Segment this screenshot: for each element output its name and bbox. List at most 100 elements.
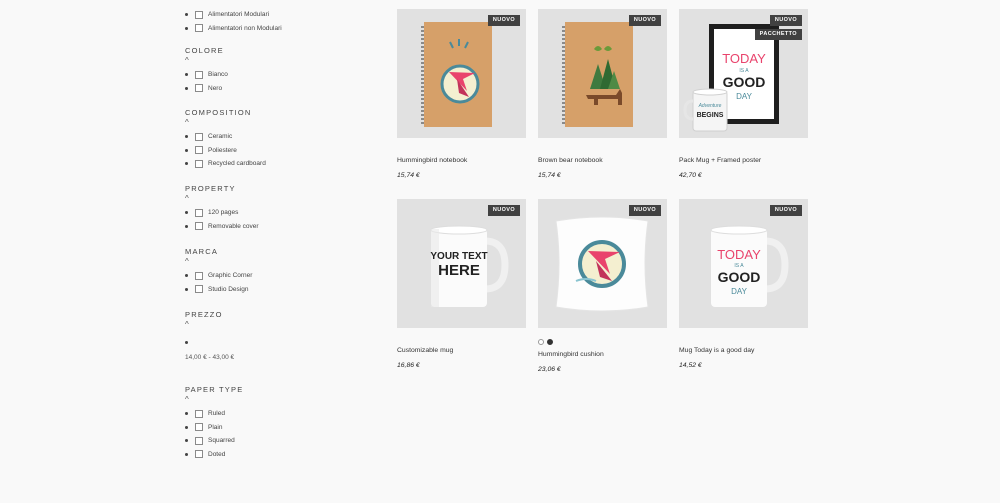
- facet-option-alimentatori-non-modulari[interactable]: Alimentatori non Modulari: [185, 22, 375, 36]
- product-card[interactable]: NUOVO Brown bear notebook 15,74 €: [538, 9, 667, 189]
- bear-notebook-image: [562, 22, 633, 127]
- facet-list: Bianco Nero: [185, 68, 375, 95]
- facet-paper-type: PAPER TYPE ^ Ruled Plain Squarred Doted: [185, 385, 375, 461]
- product-image[interactable]: TODAY IS A GOOD DAY NUOVO: [679, 199, 808, 328]
- facet-option-recycled-cardboard[interactable]: Recycled cardboard: [185, 157, 375, 171]
- facet-option-doted[interactable]: Doted: [185, 448, 375, 462]
- product-card[interactable]: NUOVO Hummingbird notebook 15,74 €: [397, 9, 526, 189]
- facet-option-graphic-corner[interactable]: Graphic Corner: [185, 269, 375, 283]
- today-mug-image: TODAY IS A GOOD DAY: [710, 225, 789, 307]
- facet-option-label: Alimentatori Modulari: [208, 11, 270, 19]
- checkbox[interactable]: [195, 222, 203, 231]
- facet-option-removable-cover[interactable]: Removable cover: [185, 220, 375, 234]
- product-card[interactable]: TODAY IS A GOOD DAY NUOVO Mug Today is a…: [679, 199, 808, 379]
- cushion-image: [555, 216, 649, 312]
- facet-option-studio-design[interactable]: Studio Design: [185, 283, 375, 297]
- mug-text-line3: GOOD: [718, 269, 761, 285]
- mug-text-line1: Adventure: [698, 103, 722, 109]
- checkbox[interactable]: [195, 409, 203, 418]
- product-price: 16,86 €: [397, 362, 420, 369]
- bullet: [185, 135, 188, 139]
- facet-option-label: Removable cover: [208, 222, 259, 230]
- checkbox[interactable]: [195, 208, 203, 217]
- carousel-dot-1[interactable]: [538, 339, 544, 345]
- facet-list: 120 pages Removable cover: [185, 206, 375, 233]
- facet-title: PREZZO: [185, 310, 223, 319]
- checkbox[interactable]: [195, 436, 203, 445]
- checkbox[interactable]: [195, 24, 203, 33]
- facet-option-label: Ceramic: [208, 133, 233, 141]
- product-card[interactable]: NUOVO Hummingbird cushion 23,06 €: [538, 199, 667, 379]
- bullet: [185, 73, 188, 77]
- facet-option-120-pages[interactable]: 120 pages: [185, 206, 375, 220]
- facet-option-bianco[interactable]: Bianco: [185, 68, 375, 82]
- facet-title: PAPER TYPE: [185, 385, 244, 394]
- product-name[interactable]: Customizable mug: [397, 347, 453, 354]
- bullet: [185, 287, 188, 291]
- facet-option-squarred[interactable]: Squarred: [185, 434, 375, 448]
- mug-text-line1: TODAY: [717, 247, 761, 262]
- facet-composition: COMPOSITION ^ Ceramic Poliestere Recycle…: [185, 108, 375, 171]
- checkbox[interactable]: [195, 423, 203, 432]
- checkbox[interactable]: [195, 450, 203, 459]
- facet-option-alimentatori-modulari[interactable]: Alimentatori Modulari: [185, 8, 375, 22]
- carousel-dot-2[interactable]: [547, 339, 553, 345]
- facet-option-plain[interactable]: Plain: [185, 421, 375, 435]
- bullet: [185, 13, 188, 17]
- product-price: 15,74 €: [538, 172, 561, 179]
- bullet: [185, 148, 188, 152]
- product-name[interactable]: Pack Mug + Framed poster: [679, 157, 761, 164]
- checkbox[interactable]: [195, 285, 203, 294]
- product-card[interactable]: YOUR TEXT HERE NUOVO Customizable mug 16…: [397, 199, 526, 379]
- bullet: [185, 452, 188, 456]
- facet-title: COLORE: [185, 46, 224, 55]
- product-image[interactable]: NUOVO: [538, 199, 667, 328]
- mug-text-line2: HERE: [438, 262, 480, 279]
- collapse-caret-icon[interactable]: ^: [185, 119, 375, 127]
- price-slider-handle[interactable]: [185, 341, 188, 344]
- bullet: [185, 224, 188, 228]
- bullet: [185, 86, 188, 90]
- collapse-caret-icon[interactable]: ^: [185, 258, 375, 266]
- mug-text-line4: DAY: [731, 287, 748, 296]
- collapse-caret-icon[interactable]: ^: [185, 396, 375, 404]
- product-card[interactable]: TODAY IS A GOOD DAY Adventure BEGINS NUO…: [679, 9, 808, 189]
- facet-option-ceramic[interactable]: Ceramic: [185, 130, 375, 144]
- facet-option-ruled[interactable]: Ruled: [185, 407, 375, 421]
- product-name[interactable]: Hummingbird cushion: [538, 351, 604, 358]
- price-range-label: 14,00 € - 43,00 €: [185, 354, 235, 361]
- product-price: 42,70 €: [679, 172, 702, 179]
- product-name[interactable]: Hummingbird notebook: [397, 157, 467, 164]
- facet-option-nero[interactable]: Nero: [185, 82, 375, 96]
- collapse-caret-icon[interactable]: ^: [185, 57, 375, 65]
- checkbox[interactable]: [195, 132, 203, 141]
- bullet: [185, 162, 188, 166]
- new-badge: NUOVO: [487, 205, 520, 216]
- facet-option-label: Squarred: [208, 437, 235, 445]
- bullet: [185, 439, 188, 443]
- new-badge: NUOVO: [769, 205, 802, 216]
- collapse-caret-icon[interactable]: ^: [185, 321, 375, 329]
- checkbox[interactable]: [195, 159, 203, 168]
- checkbox[interactable]: [195, 271, 203, 280]
- facet-list: Graphic Corner Studio Design: [185, 269, 375, 296]
- facet-prezzo: PREZZO ^ 14,00 € - 43,00 €: [185, 310, 375, 370]
- product-image[interactable]: NUOVO: [538, 9, 667, 138]
- new-badge: NUOVO: [487, 15, 520, 26]
- facet-option-label: Alimentatori non Modulari: [208, 24, 282, 32]
- checkbox[interactable]: [195, 10, 203, 19]
- checkbox[interactable]: [195, 70, 203, 79]
- checkbox[interactable]: [195, 146, 203, 155]
- product-image[interactable]: YOUR TEXT HERE NUOVO: [397, 199, 526, 328]
- product-name[interactable]: Mug Today is a good day: [679, 347, 754, 354]
- facet-option-label: Graphic Corner: [208, 272, 253, 280]
- product-image[interactable]: TODAY IS A GOOD DAY Adventure BEGINS NUO…: [679, 9, 808, 138]
- facet-option-label: Plain: [208, 423, 223, 431]
- poster-text-line4: DAY: [736, 92, 753, 101]
- product-name[interactable]: Brown bear notebook: [538, 157, 603, 164]
- bullet: [185, 412, 188, 416]
- product-image[interactable]: NUOVO: [397, 9, 526, 138]
- collapse-caret-icon[interactable]: ^: [185, 195, 375, 203]
- facet-option-poliestere[interactable]: Poliestere: [185, 144, 375, 158]
- checkbox[interactable]: [195, 84, 203, 93]
